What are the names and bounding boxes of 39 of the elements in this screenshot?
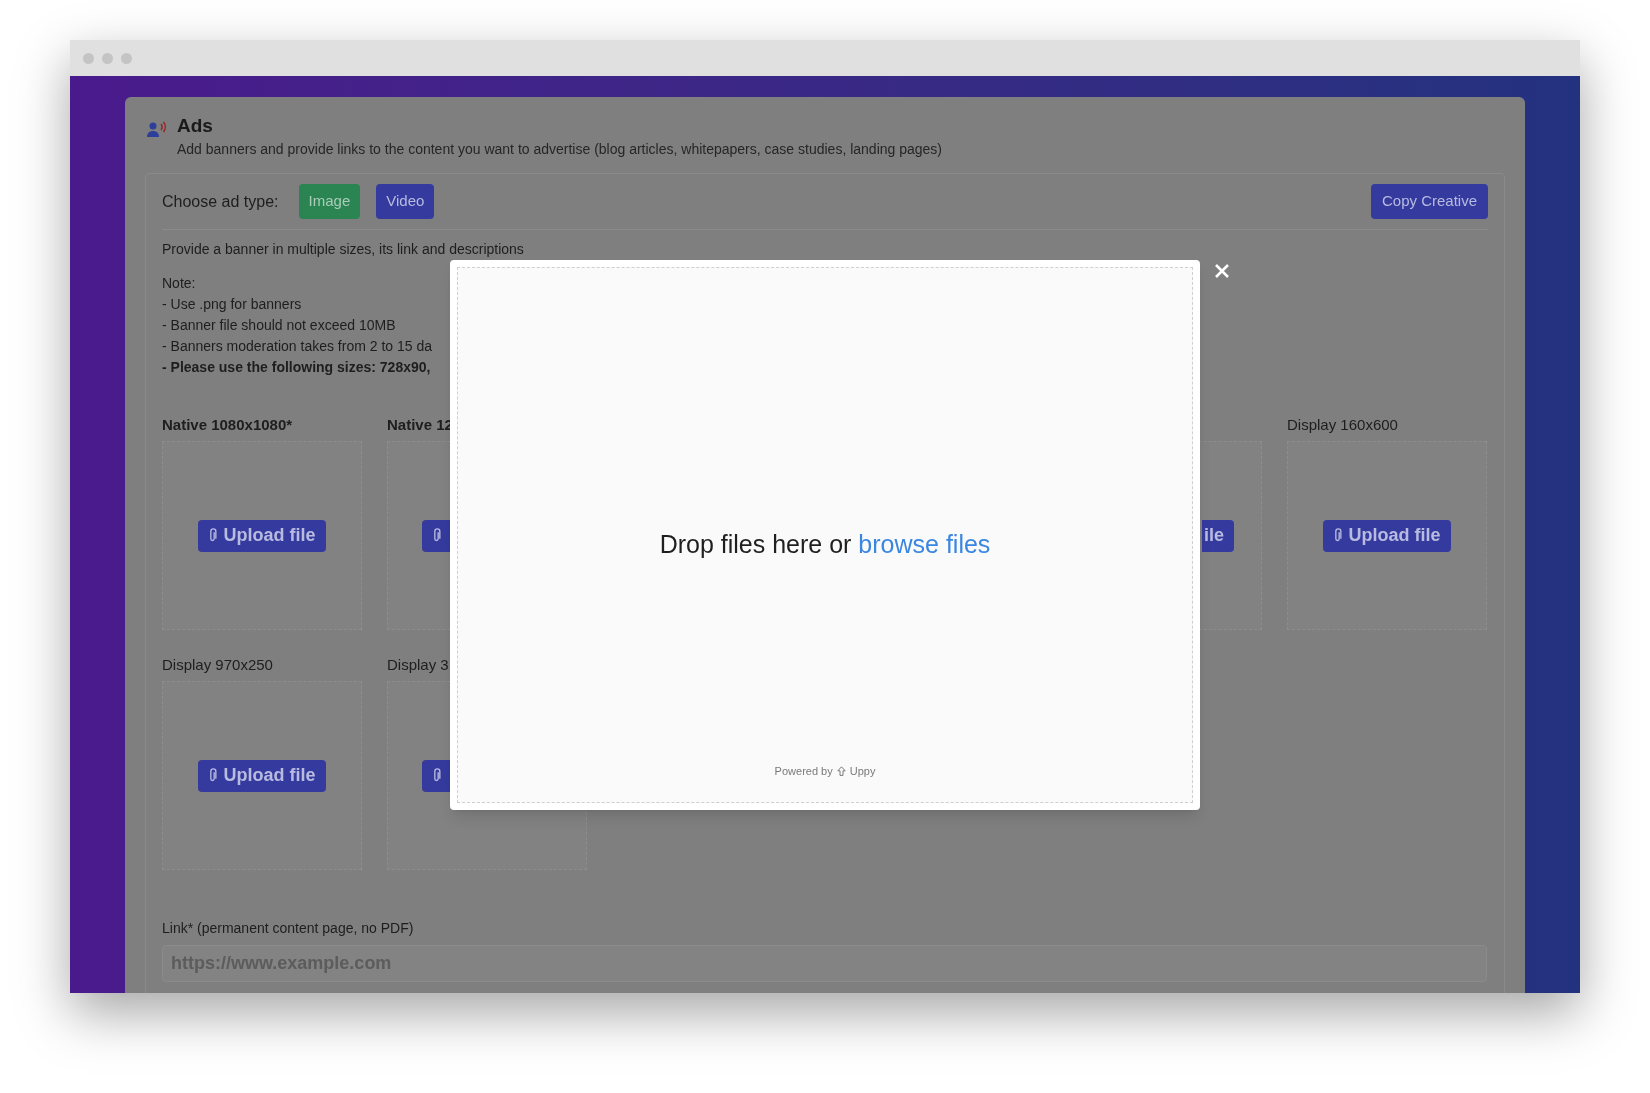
banner-size-label: Native 1080x1080* <box>162 415 293 435</box>
link-label: Link* (permanent content page, no PDF) <box>162 919 414 938</box>
ad-type-tab[interactable]: Video <box>376 184 435 219</box>
user-speaker-icon <box>147 121 166 138</box>
paperclip-icon <box>208 768 218 783</box>
upload-dropzone[interactable]: Upload file <box>1287 441 1487 630</box>
banner-size-label: Display 970x250 <box>162 655 273 675</box>
ad-type-label: Choose ad type: <box>162 191 279 212</box>
banner-size-label: Display 160x600 <box>1287 415 1398 435</box>
banner-size-label: Display 3 <box>387 655 449 675</box>
powered-by-text: Powered by <box>774 763 833 779</box>
note-line: - Use .png for banners <box>162 295 302 314</box>
paperclip-icon <box>208 528 218 543</box>
drop-area[interactable]: Drop files here or browse files Powered by Uppy <box>457 267 1193 803</box>
intro-text: Provide a banner in multiple sizes, its link and descriptions <box>162 240 524 259</box>
page-subtitle: Add banners and provide links to the content you want to advertise (blog articles, whitepapers, case studies, landing pages) <box>177 140 942 159</box>
arrow-up-icon <box>836 765 846 776</box>
paperclip-icon <box>1333 528 1343 543</box>
close-icon <box>1214 263 1230 279</box>
note-line: - Banner file should not exceed 10MB <box>162 316 396 335</box>
upload-file-button[interactable]: Upload file <box>198 519 326 552</box>
brand-name: Uppy <box>849 763 876 779</box>
note-line: Note: <box>162 274 196 293</box>
upload-file-button[interactable]: Upload file <box>1323 519 1451 552</box>
note-line: - Please use the following sizes: 728x90, <box>162 358 431 377</box>
copy-creative-button[interactable]: Copy Creative <box>1370 184 1488 219</box>
paperclip-icon <box>431 768 441 783</box>
upload-dropzone[interactable]: Upload file <box>162 441 362 630</box>
page-title: Ads <box>177 114 213 138</box>
upload-dropzone[interactable]: Upload file <box>162 681 362 870</box>
browse-files-link[interactable]: browse files <box>858 530 991 558</box>
paperclip-icon <box>431 528 441 543</box>
upload-file-button[interactable]: ile <box>1202 519 1234 552</box>
ad-type-tab[interactable]: Image <box>298 184 361 219</box>
drop-prompt: Drop files here or browse files <box>659 529 991 560</box>
upload-file-button[interactable] <box>422 519 450 552</box>
note-line: - Banners moderation takes from 2 to 15 da <box>162 337 433 356</box>
upload-file-button[interactable] <box>422 759 450 792</box>
upload-file-button[interactable]: Upload file <box>198 759 326 792</box>
